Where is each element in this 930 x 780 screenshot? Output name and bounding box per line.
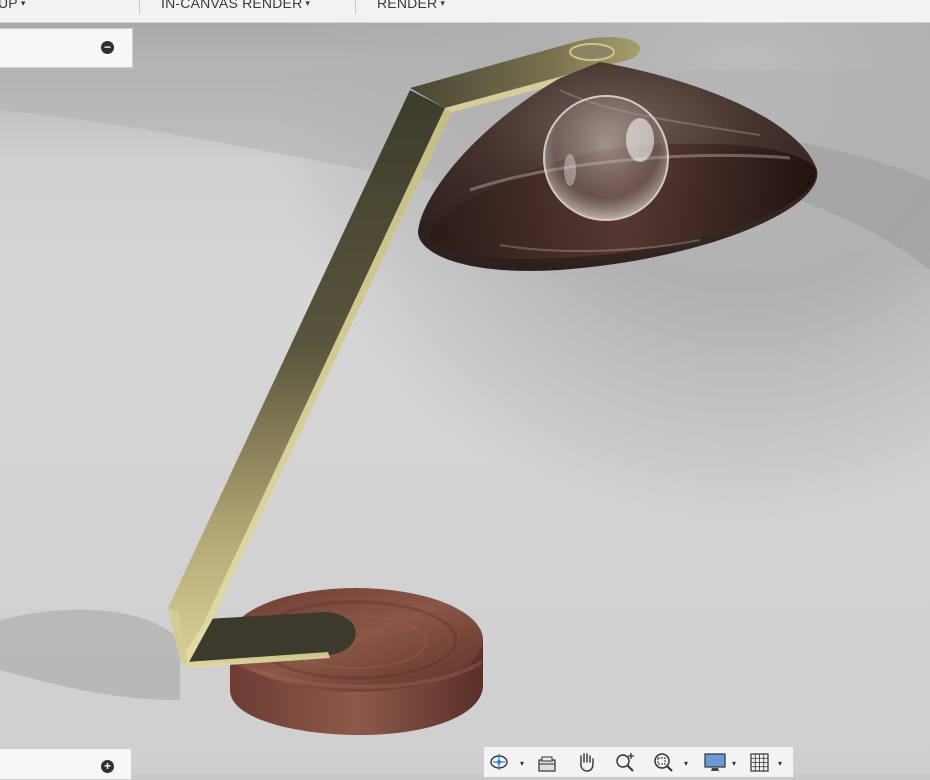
toolbar-menu-in-canvas-render[interactable]: IN-CANVAS RENDER ▾ [161,0,310,11]
canvas-viewport[interactable] [0,23,930,773]
grid-icon[interactable] [748,751,772,773]
toolbar-menu-label: UP [0,0,18,11]
toolbar-menu-label: RENDER [377,0,438,11]
display-dropdown-caret-icon[interactable]: ▾ [732,759,736,768]
navigation-bar: ▾ ▾ ▾ ▾ [483,746,794,777]
comments-panel: + [0,748,132,780]
dropdown-caret-icon: ▾ [20,0,26,8]
pan-icon[interactable] [575,751,599,773]
top-toolbar: UP ▾ IN-CANVAS RENDER ▾ RENDER ▾ [0,0,930,23]
brass-arm [168,90,452,664]
base-shadow [0,609,180,700]
toolbar-separator [355,0,356,14]
toolbar-menu-setup[interactable]: UP ▾ [0,0,26,11]
zoom-icon[interactable] [614,751,638,773]
display-settings-icon[interactable] [702,751,728,773]
zoom-dropdown-caret-icon[interactable]: ▾ [684,759,688,768]
toolbar-menu-label: IN-CANVAS RENDER [161,0,303,11]
toolbar-menu-render[interactable]: RENDER ▾ [377,0,445,11]
orbit-dropdown-caret-icon[interactable]: ▾ [520,759,524,768]
light-bulb [543,95,669,221]
orbit-icon[interactable] [488,751,510,773]
expand-panel-button[interactable]: + [101,760,114,773]
lamp-model-render [0,36,930,735]
dropdown-caret-icon: ▾ [440,0,446,8]
collapse-panel-button[interactable]: − [101,41,114,54]
browser-panel: − [0,28,133,68]
zoom-window-icon[interactable] [652,751,676,773]
look-at-icon[interactable] [536,751,560,773]
dropdown-caret-icon: ▾ [305,0,311,8]
toolbar-separator [139,0,140,14]
grid-dropdown-caret-icon[interactable]: ▾ [778,759,782,768]
